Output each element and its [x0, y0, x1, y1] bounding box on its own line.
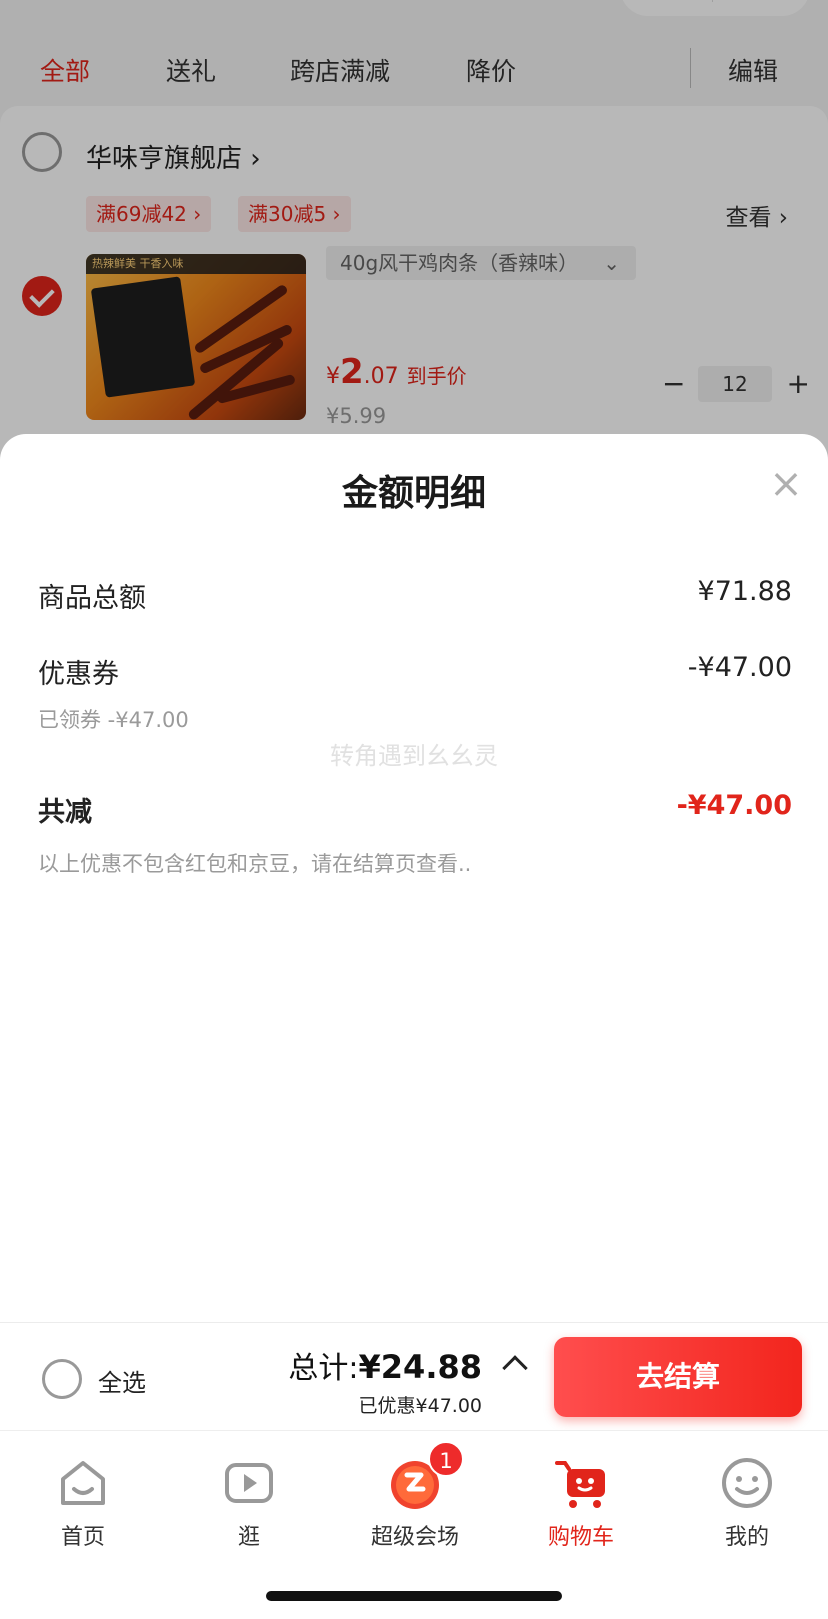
- tab-label: 首页: [60, 1525, 105, 1550]
- watermark: 转角遇到幺幺灵: [330, 742, 498, 770]
- tab-me[interactable]: 我的: [664, 1441, 828, 1551]
- checkout-button[interactable]: 去结算: [554, 1337, 802, 1417]
- select-all-label[interactable]: 全选: [98, 1363, 146, 1398]
- tab-cart[interactable]: 购物车: [498, 1441, 664, 1551]
- close-icon[interactable]: ×: [764, 462, 808, 506]
- total-discount-label: 共减: [38, 797, 92, 828]
- video-play-icon: [225, 1463, 273, 1503]
- tab-super-venue[interactable]: 1 超级会场: [332, 1441, 498, 1551]
- subtotal-value: ¥71.88: [697, 576, 792, 607]
- cart-icon: [555, 1461, 605, 1508]
- sheet-title: 金额明细: [341, 473, 486, 514]
- tab-label: 超级会场: [370, 1525, 459, 1550]
- tab-label: 购物车: [547, 1525, 614, 1550]
- coupon-detail: 已领券 -¥47.00: [38, 708, 189, 732]
- smiley-icon: [722, 1458, 772, 1508]
- tab-label: 逛: [237, 1525, 260, 1550]
- subtotal-label: 商品总额: [38, 583, 146, 614]
- saved-amount: 已优惠¥47.00: [358, 1395, 482, 1417]
- discount-note: 以上优惠不包含红包和京豆，请在结算页查看..: [38, 852, 472, 876]
- select-all-checkbox[interactable]: [42, 1359, 82, 1399]
- coupon-label: 优惠券: [38, 659, 119, 690]
- total-price: 总计:¥24.88: [288, 1348, 482, 1386]
- coupon-value: -¥47.00: [687, 652, 792, 683]
- home-indicator[interactable]: [266, 1591, 562, 1601]
- total-discount-value: -¥47.00: [676, 790, 792, 821]
- modal-overlay[interactable]: [0, 0, 828, 470]
- amount-detail-sheet: 金额明细 × 商品总额 ¥71.88 优惠券 -¥47.00 已领券 -¥47.…: [0, 434, 828, 1324]
- bottom-tab-bar: 首页 逛 1 超级会场 购物车 我的: [0, 1430, 828, 1619]
- chevron-up-icon[interactable]: [502, 1355, 528, 1381]
- tab-home[interactable]: 首页: [0, 1441, 166, 1551]
- notification-badge: 1: [428, 1441, 464, 1477]
- checkout-bar: 全选 总计:¥24.88 已优惠¥47.00 去结算: [0, 1322, 828, 1430]
- tab-browse[interactable]: 逛: [166, 1441, 332, 1551]
- tab-label: 我的: [724, 1525, 769, 1550]
- home-icon: [61, 1461, 105, 1505]
